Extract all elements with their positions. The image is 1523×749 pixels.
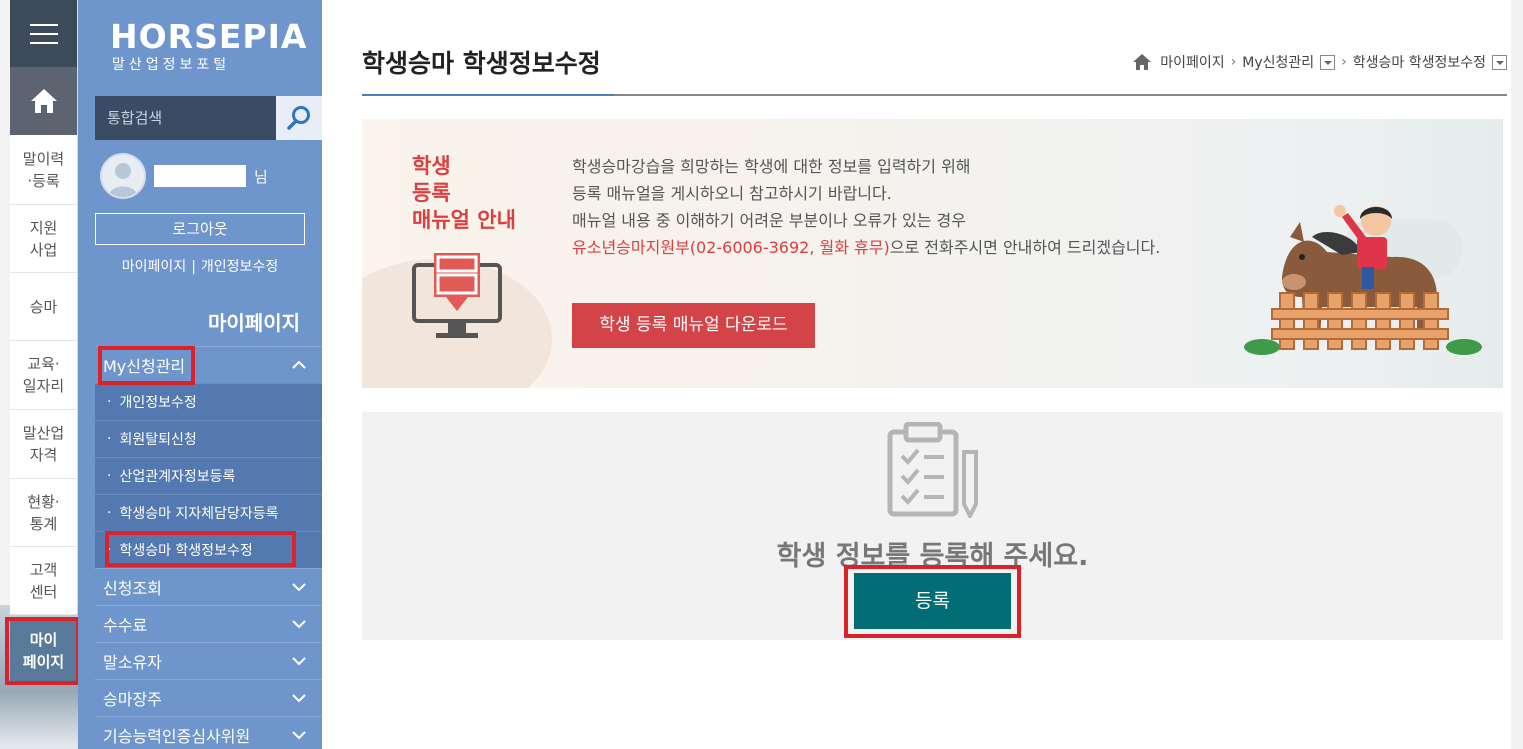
register-button[interactable]: 등록 [854, 573, 1011, 629]
bullet: · [107, 394, 112, 410]
breadcrumb: 마이페이지 › My신청관리 › 학생승마 학생정보수정 [1132, 52, 1507, 72]
banner-line: 등록 매뉴얼을 게시하오니 참고하시기 바랍니다. [572, 184, 892, 203]
rail-item-education[interactable]: 교육· 일자리 [10, 341, 77, 410]
brand-name: HORSEPIA [110, 17, 308, 56]
clipboard-checklist-icon [887, 422, 978, 518]
rail-item-horse-registry[interactable]: 말이력 ·등록 [10, 135, 77, 205]
sub-item-label: 산업관계자정보등록 [119, 469, 236, 485]
empty-message: 학생 정보를 등록해 주세요. [776, 541, 1089, 572]
sub-item-label: 학생승마 학생정보수정 [119, 543, 253, 559]
sub-item-edit-profile[interactable]: · 개인정보수정 [95, 383, 322, 420]
bullet: · [107, 505, 112, 521]
quick-link-divider: | [191, 259, 196, 275]
breadcrumb-item-current[interactable]: 학생승마 학생정보수정 [1353, 52, 1486, 72]
page-title: 학생승마 학생정보수정 [362, 49, 601, 78]
nav-group-label: 기승능력인증심사위원 [103, 727, 251, 746]
user-suffix: 님 [254, 167, 268, 186]
bullet: · [107, 431, 112, 447]
quick-links: 마이페이지 | 개인정보수정 [95, 256, 305, 276]
download-manual-button[interactable]: 학생 등록 매뉴얼 다운로드 [572, 303, 815, 348]
chevron-down-icon [292, 583, 306, 592]
breadcrumb-separator-icon: › [1341, 54, 1347, 70]
rail-item-support[interactable]: 지원 사업 [10, 205, 77, 273]
breadcrumb-separator-icon: › [1230, 54, 1237, 70]
chevron-up-icon [292, 360, 306, 369]
left-rail: 말이력 ·등록 지원 사업 승마 교육· 일자리 말산업 자격 현황· 통계 고… [0, 0, 78, 749]
sub-item-label: 회원탈퇴신청 [119, 432, 197, 448]
nav-group-my-applications[interactable]: My신청관리 [95, 346, 322, 383]
chevron-down-icon [292, 657, 306, 666]
sub-item-label: 학생승마 지자체담당자등록 [119, 506, 279, 522]
user-icon [108, 163, 138, 197]
user-info: 님 [100, 153, 268, 199]
banner-line: 학생승마강습을 희망하는 학생에 대한 정보를 입력하기 위해 [572, 157, 971, 176]
search-bar [95, 96, 322, 140]
home-icon [30, 89, 57, 113]
brand-logo[interactable]: HORSEPIA 말산업정보포털 [110, 20, 307, 74]
hamburger-icon [29, 23, 58, 44]
brand-subtitle: 말산업정보포털 [112, 57, 231, 73]
rail-item-riding[interactable]: 승마 [10, 273, 77, 341]
bullet: · [107, 542, 112, 558]
sub-item-student-info-edit[interactable]: · 학생승마 학생정보수정 [95, 531, 322, 568]
app-root: 말이력 ·등록 지원 사업 승마 교육· 일자리 말산업 자격 현황· 통계 고… [0, 0, 1523, 749]
banner-line: 유소년승마지원부(02-6006-3692, 월화 휴무)으로 전화주시면 안내… [572, 234, 1160, 261]
avatar [100, 153, 146, 199]
home-icon[interactable] [1132, 53, 1152, 71]
dropdown-icon[interactable] [1492, 54, 1507, 70]
nav-group-horse-owner[interactable]: 말소유자 [95, 642, 322, 679]
breadcrumb-item-mypage[interactable]: 마이페이지 [1160, 52, 1224, 72]
banner-line: 매뉴얼 내용 중 이해하기 어려운 부분이나 오류가 있는 경우 [572, 211, 966, 230]
breadcrumb-item-my-applications[interactable]: My신청관리 [1242, 52, 1314, 72]
search-button[interactable] [276, 96, 322, 140]
username-redacted [154, 165, 246, 187]
sub-item-local-manager-registration[interactable]: · 학생승마 지자체담당자등록 [95, 494, 322, 531]
sub-item-industry-registration[interactable]: · 산업관계자정보등록 [95, 457, 322, 494]
quick-link-edit-profile[interactable]: 개인정보수정 [201, 259, 278, 275]
manual-banner: 학생 등록 매뉴얼 안내 학생승마강습을 희망하는 학생에 대한 정보를 입력하… [362, 119, 1503, 388]
chevron-down-icon [292, 731, 306, 740]
nav-group-riding-club-owner[interactable]: 승마장주 [95, 679, 322, 716]
dropdown-icon[interactable] [1320, 54, 1336, 70]
logout-button[interactable]: 로그아웃 [95, 213, 305, 245]
search-input[interactable] [95, 96, 276, 140]
banner-heading: 학생 등록 매뉴얼 안내 [412, 154, 516, 232]
main-content: 학생승마 학생정보수정 마이페이지 › My신청관리 › 학생승마 학생정보수정… [322, 0, 1523, 749]
download-monitor-icon [412, 253, 502, 338]
nav-group-label: 신청조회 [103, 579, 162, 598]
nav-group-label: 말소유자 [103, 653, 162, 672]
search-icon [287, 106, 310, 130]
nav-group-label: My신청관리 [103, 357, 186, 376]
child-on-horse-illustration [1244, 205, 1482, 355]
rail-item-mypage[interactable]: 마이 페이지 [10, 618, 77, 684]
empty-state: 학생 정보를 등록해 주세요. 등록 [362, 412, 1503, 640]
bullet: · [107, 468, 112, 484]
chevron-down-icon [292, 620, 306, 629]
banner-line-rest: 으로 전화주시면 안내하여 드리겠습니다. [889, 238, 1161, 257]
title-divider-accent [362, 94, 614, 96]
sidebar-section-title: 마이페이지 [208, 311, 300, 335]
chevron-down-icon [292, 694, 306, 703]
nav-group-inquiry[interactable]: 신청조회 [95, 568, 322, 605]
scrollbar[interactable] [1511, 0, 1523, 749]
nav-group-fees[interactable]: 수수료 [95, 605, 322, 642]
rail-item-statistics[interactable]: 현황· 통계 [10, 479, 77, 547]
nav-group-label: 승마장주 [103, 690, 162, 709]
sub-item-label: 개인정보수정 [119, 395, 197, 411]
contact-info: 유소년승마지원부(02-6006-3692, 월화 휴무) [572, 238, 890, 257]
sidebar: HORSEPIA 말산업정보포털 님 로그아웃 마이페이지 | 개인정보수정 마이페… [78, 0, 322, 749]
sub-item-withdraw[interactable]: · 회원탈퇴신청 [95, 420, 322, 457]
banner-description: 학생승마강습을 희망하는 학생에 대한 정보를 입력하기 위해 등록 매뉴얼을 … [572, 153, 1160, 261]
menu-button[interactable] [10, 0, 77, 67]
nav-group-label: 수수료 [103, 616, 148, 635]
quick-link-mypage[interactable]: 마이페이지 [122, 259, 186, 275]
home-button[interactable] [10, 67, 77, 135]
nav-group-examiner[interactable]: 기승능력인증심사위원 [95, 716, 322, 749]
rail-item-qualification[interactable]: 말산업 자격 [10, 410, 77, 479]
rail-item-customer-center[interactable]: 고객 센터 [10, 547, 77, 615]
sidebar-nav: My신청관리 · 개인정보수정 · 회원탈퇴신청 · 산업관계자정보등록 · 학생승마 … [95, 346, 322, 749]
